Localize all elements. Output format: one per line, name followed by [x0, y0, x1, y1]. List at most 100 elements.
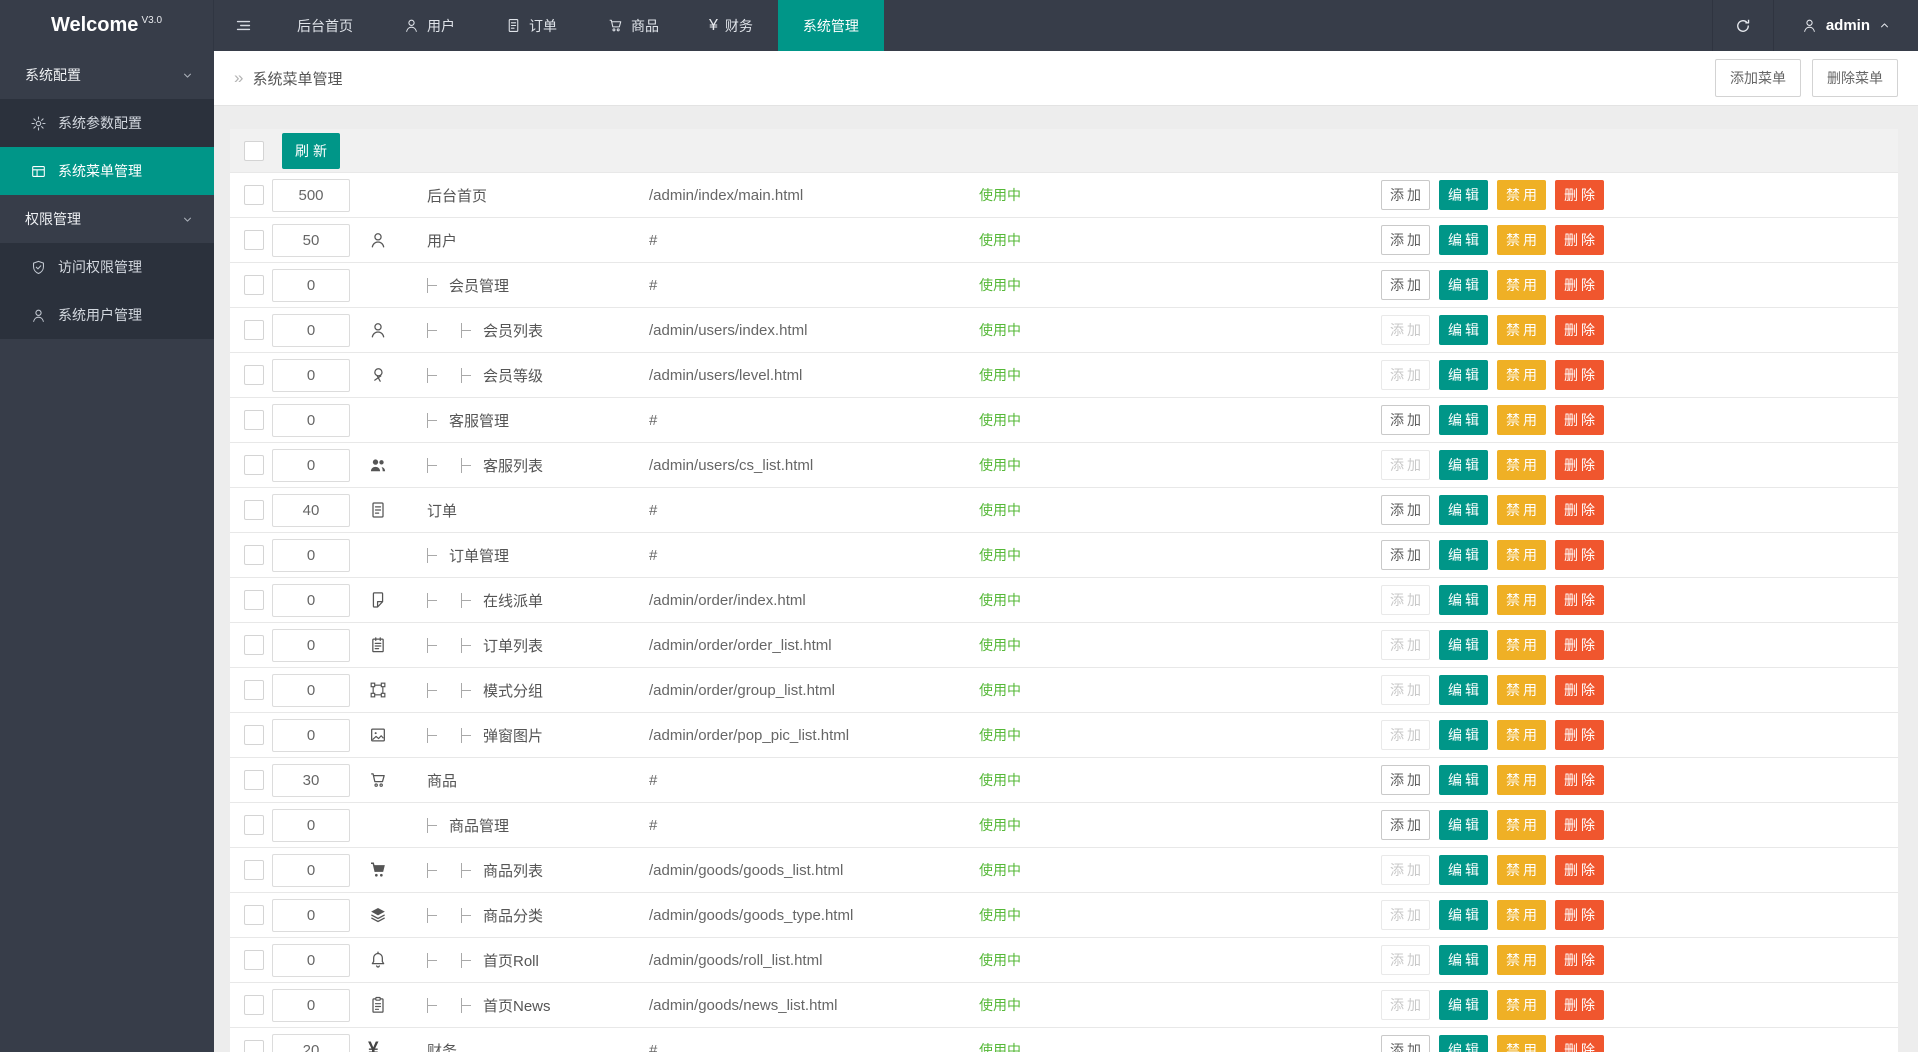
delete-button[interactable]: 删除 [1555, 945, 1604, 975]
disable-button[interactable]: 禁用 [1497, 990, 1546, 1020]
disable-button[interactable]: 禁用 [1497, 180, 1546, 210]
disable-button[interactable]: 禁用 [1497, 360, 1546, 390]
sidebar-group-0[interactable]: 系统配置 [0, 51, 214, 99]
select-all-checkbox[interactable] [244, 140, 264, 161]
delete-button[interactable]: 删除 [1555, 540, 1604, 570]
row-checkbox[interactable] [244, 950, 264, 970]
edit-button[interactable]: 编辑 [1439, 990, 1488, 1020]
edit-button[interactable]: 编辑 [1439, 585, 1488, 615]
sort-input[interactable] [272, 1033, 350, 1052]
delete-button[interactable]: 删除 [1555, 900, 1604, 930]
add-button[interactable]: 添加 [1381, 270, 1430, 300]
delete-button[interactable]: 删除 [1555, 360, 1604, 390]
row-checkbox[interactable] [244, 905, 264, 925]
sort-input[interactable] [272, 673, 350, 707]
edit-button[interactable]: 编辑 [1439, 315, 1488, 345]
delete-button[interactable]: 删除 [1555, 810, 1604, 840]
row-checkbox[interactable] [244, 635, 264, 655]
sort-input[interactable] [272, 943, 350, 977]
row-checkbox[interactable] [244, 995, 264, 1015]
edit-button[interactable]: 编辑 [1439, 1035, 1488, 1052]
sort-input[interactable] [272, 763, 350, 797]
row-checkbox[interactable] [244, 275, 264, 295]
delete-menu-button[interactable]: 删除菜单 [1812, 59, 1898, 97]
delete-button[interactable]: 删除 [1555, 270, 1604, 300]
delete-button[interactable]: 删除 [1555, 585, 1604, 615]
disable-button[interactable]: 禁用 [1497, 270, 1546, 300]
delete-button[interactable]: 删除 [1555, 180, 1604, 210]
disable-button[interactable]: 禁用 [1497, 945, 1546, 975]
edit-button[interactable]: 编辑 [1439, 450, 1488, 480]
delete-button[interactable]: 删除 [1555, 765, 1604, 795]
row-checkbox[interactable] [244, 365, 264, 385]
sort-input[interactable] [272, 808, 350, 842]
disable-button[interactable]: 禁用 [1497, 495, 1546, 525]
edit-button[interactable]: 编辑 [1439, 495, 1488, 525]
edit-button[interactable]: 编辑 [1439, 270, 1488, 300]
add-button[interactable]: 添加 [1381, 1035, 1430, 1052]
disable-button[interactable]: 禁用 [1497, 810, 1546, 840]
delete-button[interactable]: 删除 [1555, 630, 1604, 660]
edit-button[interactable]: 编辑 [1439, 945, 1488, 975]
delete-button[interactable]: 删除 [1555, 495, 1604, 525]
delete-button[interactable]: 删除 [1555, 225, 1604, 255]
disable-button[interactable]: 禁用 [1497, 675, 1546, 705]
delete-button[interactable]: 删除 [1555, 675, 1604, 705]
disable-button[interactable]: 禁用 [1497, 450, 1546, 480]
add-button[interactable]: 添加 [1381, 225, 1430, 255]
add-button[interactable]: 添加 [1381, 180, 1430, 210]
delete-button[interactable]: 删除 [1555, 405, 1604, 435]
row-checkbox[interactable] [244, 680, 264, 700]
edit-button[interactable]: 编辑 [1439, 720, 1488, 750]
disable-button[interactable]: 禁用 [1497, 630, 1546, 660]
edit-button[interactable]: 编辑 [1439, 630, 1488, 660]
edit-button[interactable]: 编辑 [1439, 765, 1488, 795]
sort-input[interactable] [272, 358, 350, 392]
refresh-button[interactable]: 刷新 [282, 132, 340, 169]
page-refresh-button[interactable] [1711, 0, 1774, 51]
edit-button[interactable]: 编辑 [1439, 540, 1488, 570]
edit-button[interactable]: 编辑 [1439, 855, 1488, 885]
disable-button[interactable]: 禁用 [1497, 225, 1546, 255]
sort-input[interactable] [272, 898, 350, 932]
row-checkbox[interactable] [244, 545, 264, 565]
delete-button[interactable]: 删除 [1555, 450, 1604, 480]
row-checkbox[interactable] [244, 770, 264, 790]
disable-button[interactable]: 禁用 [1497, 405, 1546, 435]
row-checkbox[interactable] [244, 725, 264, 745]
edit-button[interactable]: 编辑 [1439, 675, 1488, 705]
add-button[interactable]: 添加 [1381, 810, 1430, 840]
disable-button[interactable]: 禁用 [1497, 900, 1546, 930]
sort-input[interactable] [272, 178, 350, 212]
sort-input[interactable] [272, 223, 350, 257]
nav-item-2[interactable]: 订单 [480, 0, 582, 51]
add-button[interactable]: 添加 [1381, 765, 1430, 795]
edit-button[interactable]: 编辑 [1439, 405, 1488, 435]
disable-button[interactable]: 禁用 [1497, 855, 1546, 885]
delete-button[interactable]: 删除 [1555, 855, 1604, 885]
add-button[interactable]: 添加 [1381, 405, 1430, 435]
delete-button[interactable]: 删除 [1555, 315, 1604, 345]
sort-input[interactable] [272, 313, 350, 347]
sort-input[interactable] [272, 988, 350, 1022]
sidebar-item-1-0[interactable]: 访问权限管理 [0, 243, 214, 291]
disable-button[interactable]: 禁用 [1497, 765, 1546, 795]
add-button[interactable]: 添加 [1381, 495, 1430, 525]
row-checkbox[interactable] [244, 815, 264, 835]
nav-item-3[interactable]: 商品 [582, 0, 684, 51]
row-checkbox[interactable] [244, 1040, 264, 1052]
nav-item-5[interactable]: 系统管理 [777, 0, 884, 51]
delete-button[interactable]: 删除 [1555, 990, 1604, 1020]
edit-button[interactable]: 编辑 [1439, 810, 1488, 840]
admin-menu[interactable]: admin [1774, 0, 1918, 51]
disable-button[interactable]: 禁用 [1497, 585, 1546, 615]
add-menu-button[interactable]: 添加菜单 [1715, 59, 1801, 97]
sort-input[interactable] [272, 718, 350, 752]
sort-input[interactable] [272, 403, 350, 437]
row-checkbox[interactable] [244, 500, 264, 520]
sort-input[interactable] [272, 538, 350, 572]
sort-input[interactable] [272, 628, 350, 662]
edit-button[interactable]: 编辑 [1439, 180, 1488, 210]
nav-item-1[interactable]: 用户 [378, 0, 480, 51]
delete-button[interactable]: 删除 [1555, 720, 1604, 750]
